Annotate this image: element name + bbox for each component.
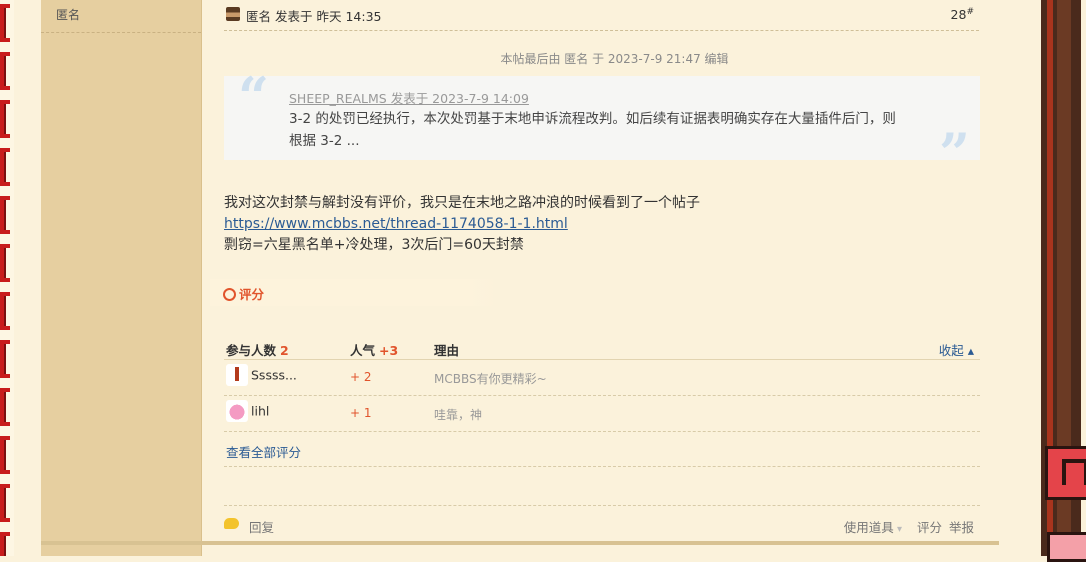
rating-tab[interactable]: 评分 [210,279,498,306]
border-pattern-segment [0,388,10,426]
edit-note: 本帖最后由 匿名 于 2023-7-9 21:47 编辑 [500,52,729,66]
rating-reason: 哇靠，神 [434,408,483,422]
use-tools-button[interactable]: 使用道具 [844,517,902,536]
rating-reason: MCBBS有你更精彩~ [434,372,547,386]
user-avatar-icon[interactable] [226,400,248,422]
reply-icon[interactable] [224,518,239,529]
view-all-ratings-link[interactable]: 查看全部评分 [226,442,301,461]
post-meta: 匿名 发表于 昨天 14:35 [246,6,381,25]
author-name[interactable]: 匿名 [56,6,80,23]
border-pattern-segment [0,532,10,556]
quote-close-icon: ” [938,121,970,185]
quote-block: “ SHEEP_REALMS 发表于 2023-7-9 14:09 3-2 的处… [224,70,980,180]
popularity-header: 人气 +3 [350,340,398,359]
author-avatar-icon[interactable] [226,7,240,21]
user-avatar-icon[interactable] [226,364,248,386]
post-body-link[interactable]: https://www.mcbbs.net/thread-1174058-1-1… [224,216,568,232]
floor-number-value: 28 [950,7,967,23]
participants-count: 2 [280,343,289,358]
rating-row: lihl + 1 哇靠，神 [224,396,980,432]
border-pattern-segment [0,100,10,138]
quote-body: 3-2 的处罚已经执行，本次处罚基于末地申诉流程改判。如后续有证据表明确实存在大… [289,111,896,149]
border-pattern-segment [0,52,10,90]
author-divider [41,32,201,33]
border-pattern-segment [0,148,10,186]
view-all-ratings-row: 查看全部评分 [224,432,980,467]
post-footer: 回复 使用道具 评分 举报 [224,505,980,542]
collapse-button[interactable]: 收起 ▴ [939,340,974,359]
left-gap [14,0,41,556]
post-header: 匿名 发表于 昨天 14:35 28# [224,6,979,31]
reason-header: 理由 [434,343,460,358]
pixel-badge-icon [1045,446,1086,500]
bottom-divider [41,541,999,545]
left-decorative-border [0,0,14,556]
post-body: 我对这次封禁与解封没有评价，我只是在末地之路冲浪的时候看到了一个帖子 https… [224,193,700,256]
participants-header: 参与人数 2 [226,340,289,359]
rating-score: + 2 [350,370,372,384]
rate-button[interactable]: 评分 [917,517,942,536]
rating-tab-label: 评分 [239,287,265,302]
post-time: 发表于 昨天 14:35 [275,9,382,24]
report-button[interactable]: 举报 [949,517,974,536]
border-pattern-segment [0,484,10,522]
border-pattern-segment [0,4,10,42]
right-decorative-border [1027,0,1086,562]
rating-circle-icon [223,288,236,301]
rating-table: 参与人数 2 人气 +3 理由 收起 ▴ Sssss... + 2 MCBBS有你更… [224,335,980,467]
border-pattern-segment [0,244,10,282]
popularity-value: +3 [379,343,399,358]
post-author-name[interactable]: 匿名 [246,9,271,24]
post-body-line-3: 剽窃=六星黑名单+冷处理，3次后门=60天封禁 [224,237,524,253]
floor-mark: # [966,7,974,17]
post-body-line-1: 我对这次封禁与解封没有评价，我只是在末地之路冲浪的时候看到了一个帖子 [224,195,700,211]
rating-score: + 1 [350,406,372,420]
border-pattern-segment [0,340,10,378]
rating-user[interactable]: lihl [226,400,269,422]
border-pattern-segment [0,292,10,330]
rating-user[interactable]: Sssss... [226,364,297,386]
rating-row: Sssss... + 2 MCBBS有你更精彩~ [224,360,980,396]
border-pattern-segment [0,196,10,234]
popularity-label: 人气 [350,343,376,358]
rating-user-name: Sssss... [251,367,297,383]
rating-user-name: lihl [251,403,270,419]
participants-label: 参与人数 [226,343,277,358]
pixel-character-icon [1047,532,1086,562]
author-column: 匿名 [41,0,202,556]
reply-button[interactable]: 回复 [249,517,274,536]
rating-table-header: 参与人数 2 人气 +3 理由 收起 ▴ [224,335,980,360]
post-content: 匿名 发表于 昨天 14:35 28# 本帖最后由 匿名 于 2023-7-9 … [202,0,1027,556]
border-pattern-segment [0,436,10,474]
quote-open-icon: “ [238,65,270,129]
quote-header-link[interactable]: SHEEP_REALMS 发表于 2023-7-9 14:09 [289,88,529,107]
floor-number[interactable]: 28# [951,7,974,22]
